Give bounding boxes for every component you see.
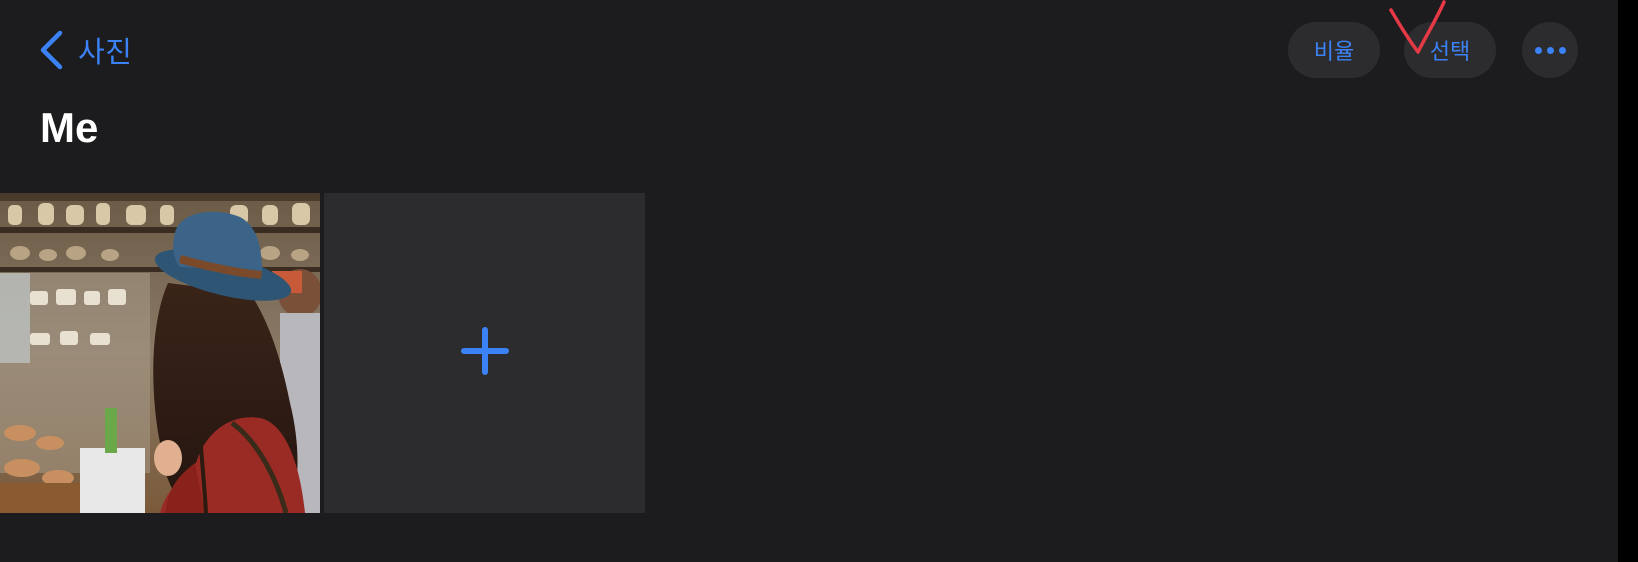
photo-image xyxy=(0,193,320,513)
photos-album-screen: 사진 비율 선택 Me xyxy=(0,0,1618,562)
ratio-button-label: 비율 xyxy=(1313,40,1355,65)
page-title: Me xyxy=(40,104,99,151)
photo-thumbnail[interactable] xyxy=(0,193,320,513)
back-label: 사진 xyxy=(78,35,133,69)
select-button[interactable]: 선택 xyxy=(1404,22,1496,78)
select-button-label: 선택 xyxy=(1429,40,1471,65)
chevron-left-icon xyxy=(38,29,64,71)
ratio-button[interactable]: 비율 xyxy=(1288,22,1380,78)
ellipsis-icon xyxy=(1532,46,1568,54)
screen-edge xyxy=(1618,0,1638,562)
add-photo-tile[interactable] xyxy=(324,193,645,513)
plus-icon xyxy=(460,327,509,379)
more-button[interactable] xyxy=(1522,22,1578,78)
back-button[interactable]: 사진 xyxy=(38,28,132,72)
